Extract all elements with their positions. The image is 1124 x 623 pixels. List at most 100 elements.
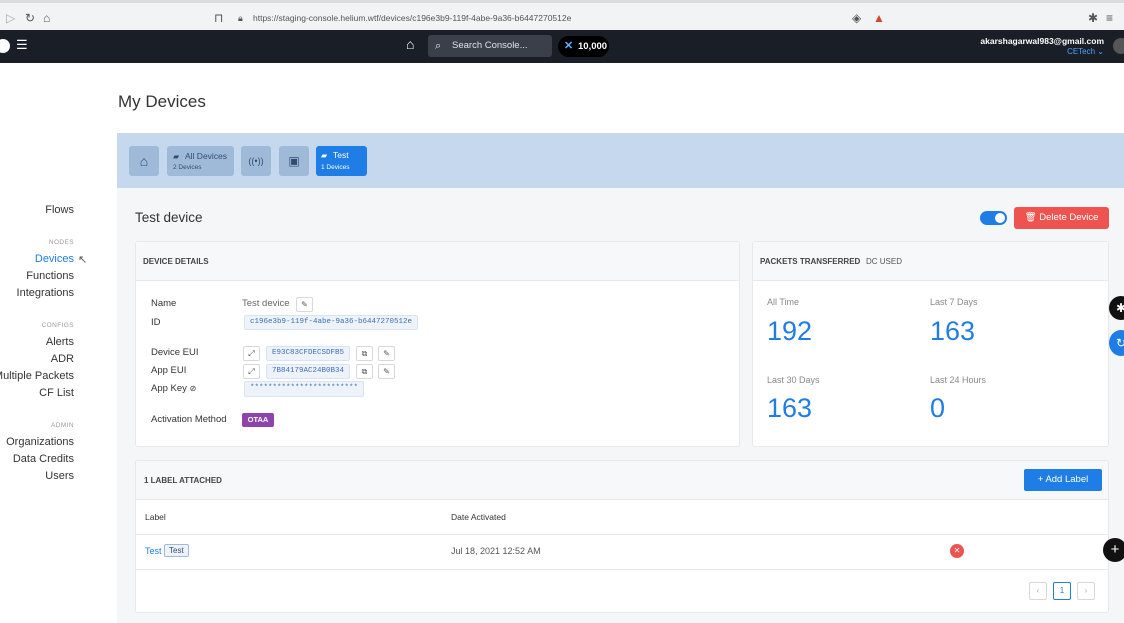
sidebar-item-flows[interactable]: Flows <box>45 204 74 216</box>
activation-method-label: Activation Method <box>151 414 227 425</box>
search-placeholder: Search Console... <box>452 40 528 51</box>
last-24-hours-label: Last 24 Hours <box>930 375 987 385</box>
brave-shield-icon[interactable]: ◈ <box>852 12 861 24</box>
crumb-add-folder[interactable]: ▣ <box>279 146 309 176</box>
activation-method-badge: OTAA <box>242 413 274 427</box>
search-input[interactable]: ⌕ Search Console... <box>428 35 552 57</box>
labels-header: 1 LABEL ATTACHED <box>136 461 1108 500</box>
sidebar-heading-configs: CONFIGS <box>41 322 74 329</box>
reload-icon[interactable]: ↻ <box>25 12 35 24</box>
add-label-button[interactable]: + Add Label <box>1024 469 1102 491</box>
data-credits-icon: ✕ <box>564 40 574 52</box>
home-nav-icon[interactable]: ⌂ <box>406 36 414 52</box>
expand-app-eui-button[interactable]: ⤢ <box>243 364 260 379</box>
home-icon[interactable]: ⌂ <box>43 12 50 24</box>
name-value: Test device <box>242 298 290 309</box>
id-label: ID <box>151 317 161 328</box>
app-key-label: App Key ⊘ <box>151 383 196 394</box>
add-fab-icon[interactable]: + <box>1103 538 1124 562</box>
device-eui-value: E93C83CFDECSDFB5 <box>266 346 351 361</box>
sidebar-item-alerts[interactable]: Alerts <box>46 336 74 348</box>
expand-eui-button[interactable]: ⤢ <box>243 346 260 361</box>
date-activated: Jul 18, 2021 12:52 AM <box>451 546 541 556</box>
copy-icon: ⧉ <box>361 367 368 376</box>
tab-packets-transferred[interactable]: PACKETS TRANSFERRED <box>760 257 860 266</box>
last-30-days-label: Last 30 Days <box>767 375 820 385</box>
copy-icon: ⧉ <box>361 349 368 358</box>
sidebar-item-devices[interactable]: Devices <box>35 253 74 265</box>
name-label: Name <box>151 298 177 309</box>
menu-icon[interactable]: ☰ <box>16 37 28 53</box>
all-time-value: 192 <box>767 316 813 346</box>
sidebar-item-users[interactable]: Users <box>45 470 74 482</box>
org-switcher[interactable]: CETech ⌄ <box>1067 47 1104 56</box>
crumb-hotspot[interactable]: ((•)) <box>241 146 271 176</box>
label-tag: Test <box>164 544 189 557</box>
avatar[interactable] <box>1113 38 1124 54</box>
prev-page-button[interactable]: ‹ <box>1029 582 1047 600</box>
device-active-toggle[interactable] <box>980 211 1007 225</box>
sidebar-heading-nodes: NODES <box>48 239 74 246</box>
chevron-left-icon: ‹ <box>1036 586 1040 595</box>
sidebar-item-multiple-packets[interactable]: Multiple Packets <box>0 370 74 382</box>
copy-app-eui-button[interactable]: ⧉ <box>356 364 373 379</box>
device-details-header: DEVICE DETAILS <box>136 242 739 281</box>
tab-dc-used[interactable]: DC USED <box>866 257 902 266</box>
sidebar-item-integrations[interactable]: Integrations <box>17 287 74 299</box>
app-eui-value: 7B84179AC24B0B34 <box>266 364 351 379</box>
folder-icon: ▰ <box>173 152 180 161</box>
last-24-hours-value: 0 <box>930 393 946 423</box>
expand-icon: ⤢ <box>248 367 255 376</box>
crumb-all-devices[interactable]: ▰ All Devices 2 Devices <box>167 146 234 176</box>
device-title: Test device <box>135 210 203 225</box>
search-icon: ⌕ <box>435 40 442 52</box>
delete-device-button[interactable]: 🗑︎ Delete Device <box>1014 207 1109 229</box>
brave-rewards-icon[interactable]: ▲ <box>873 12 885 24</box>
chevron-right-icon: › <box>1084 586 1088 595</box>
back-icon[interactable]: ▷ <box>6 12 15 24</box>
label-link[interactable]: Test <box>145 546 162 556</box>
address-bar[interactable]: 🔒︎ https://staging-console.helium.wtf/de… <box>230 9 870 27</box>
bookmark-icon[interactable]: ⊓ <box>214 12 223 24</box>
pencil-icon: ✎ <box>301 300 308 309</box>
sidebar: Flows NODES Devices Functions Integratio… <box>0 63 117 623</box>
device-eui-label: Device EUI <box>151 347 199 358</box>
crumb-test-title: Test <box>333 150 349 160</box>
crumb-test[interactable]: ▰ Test 1 Devices <box>316 146 367 176</box>
lock-icon: 🔒︎ <box>238 13 243 23</box>
packets-header: PACKETS TRANSFERRED DC USED <box>753 242 1108 281</box>
mouse-cursor-icon: ↖ <box>78 254 88 266</box>
sidebar-item-organizations[interactable]: Organizations <box>6 436 74 448</box>
crumb-all-devices-count: 2 Devices <box>173 164 202 171</box>
dc-balance-badge[interactable]: ✕ 10,000 <box>558 36 609 57</box>
home-icon: ⌂ <box>139 153 149 169</box>
sidebar-heading-admin: ADMIN <box>51 422 74 429</box>
sidebar-item-data-credits[interactable]: Data Credits <box>13 453 74 465</box>
next-page-button[interactable]: › <box>1077 582 1095 600</box>
page-number-button[interactable]: 1 <box>1053 582 1071 600</box>
remove-label-icon[interactable]: ✕ <box>950 544 964 558</box>
copy-eui-button[interactable]: ⧉ <box>356 346 373 361</box>
user-email[interactable]: akarshagarwal983@gmail.com <box>980 36 1104 46</box>
edit-app-eui-button[interactable]: ✎ <box>378 364 395 379</box>
edit-eui-button[interactable]: ✎ <box>378 346 395 361</box>
url-text: https://staging-console.helium.wtf/devic… <box>253 13 572 23</box>
sidebar-item-cf-list[interactable]: CF List <box>39 387 74 399</box>
all-time-label: All Time <box>767 297 800 307</box>
eye-off-icon[interactable]: ⊘ <box>190 384 197 393</box>
sidebar-item-functions[interactable]: Functions <box>26 270 74 282</box>
trash-icon: 🗑︎ <box>1024 212 1037 223</box>
crumb-all-devices-title: All Devices <box>185 151 228 161</box>
table-divider <box>136 569 1108 570</box>
app-key-value: ************************ <box>244 381 365 397</box>
edit-name-button[interactable]: ✎ <box>296 297 313 312</box>
extensions-icon[interactable]: ✱ <box>1088 12 1098 24</box>
helium-logo-icon[interactable] <box>0 39 10 53</box>
last-7-days-value: 163 <box>930 316 976 346</box>
id-value: c196e3b9-119f-4abe-9a36-b6447270512e <box>244 315 419 330</box>
reading-list-icon[interactable]: ≡ <box>1106 12 1113 24</box>
sidebar-item-adr[interactable]: ADR <box>51 353 74 365</box>
column-header-label: Label <box>145 512 166 522</box>
last-30-days-value: 163 <box>767 393 813 423</box>
crumb-home[interactable]: ⌂ <box>129 146 159 176</box>
